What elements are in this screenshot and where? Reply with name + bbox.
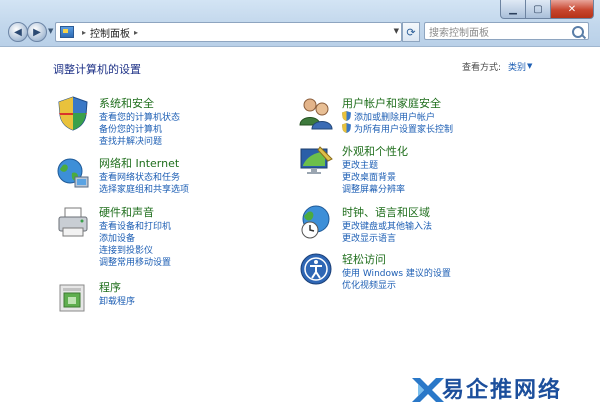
- category-hardware-sound: 硬件和声音 查看设备和打印机 添加设备 连接到投影仪 调整常用移动设置: [55, 204, 275, 276]
- address-bar[interactable]: ▸ 控制面板 ▸ ▼: [55, 22, 402, 42]
- breadcrumb-control-panel[interactable]: 控制面板: [90, 25, 130, 40]
- category-clock-language-region: 时钟、语言和区域 更改键盘或其他输入法 更改显示语言: [298, 204, 578, 248]
- category-title[interactable]: 网络和 Internet: [99, 155, 179, 171]
- category-title[interactable]: 外观和个性化: [342, 143, 408, 159]
- close-button[interactable]: ✕: [551, 0, 594, 19]
- minimize-button[interactable]: ▁: [500, 0, 526, 19]
- link-optimize-video[interactable]: 优化视频显示: [342, 278, 396, 291]
- appearance-icon[interactable]: [298, 143, 334, 179]
- category-appearance: 外观和个性化 更改主题 更改桌面背景 调整屏幕分辨率: [298, 143, 578, 199]
- category-title[interactable]: 硬件和声音: [99, 204, 154, 220]
- link-screen-resolution[interactable]: 调整屏幕分辨率: [342, 182, 405, 195]
- link-change-display-language[interactable]: 更改显示语言: [342, 231, 396, 244]
- category-user-accounts: 用户帐户和家庭安全 添加或删除用户帐户 为所有用户设置家长控制: [298, 95, 578, 139]
- title-bar: ▁ ▢ ✕ ◀ ▶ ▼ ▸ 控制面板 ▸ ▼ ⟳ 搜索控制面板: [0, 0, 600, 47]
- shield-icon[interactable]: [55, 95, 91, 131]
- category-network-internet: 网络和 Internet 查看网络状态和任务 选择家庭组和共享选项: [55, 155, 275, 199]
- chevron-down-icon[interactable]: ▼: [527, 62, 532, 70]
- category-title[interactable]: 轻松访问: [342, 251, 386, 267]
- category-system-security: 系统和安全 查看您的计算机状态 备份您的计算机 查找并解决问题: [55, 95, 275, 151]
- link-uninstall-program[interactable]: 卸载程序: [99, 294, 135, 307]
- search-placeholder: 搜索控制面板: [429, 27, 489, 39]
- printer-icon[interactable]: [55, 204, 91, 240]
- network-globe-icon[interactable]: [55, 155, 91, 191]
- uac-shield-icon: [342, 123, 351, 133]
- ease-of-access-icon[interactable]: [298, 251, 334, 287]
- link-homegroup-sharing[interactable]: 选择家庭组和共享选项: [99, 182, 189, 195]
- view-by-dropdown[interactable]: 类别: [508, 60, 526, 73]
- page-title: 调整计算机的设置: [53, 63, 141, 76]
- search-input[interactable]: 搜索控制面板: [424, 22, 589, 40]
- breadcrumb-separator-icon[interactable]: ▸: [134, 28, 138, 37]
- link-parental-controls[interactable]: 为所有用户设置家长控制: [354, 122, 453, 135]
- link-troubleshoot[interactable]: 查找并解决问题: [99, 134, 162, 147]
- clock-globe-icon[interactable]: [298, 204, 334, 240]
- category-title[interactable]: 系统和安全: [99, 95, 154, 111]
- maximize-button[interactable]: ▢: [526, 0, 551, 19]
- category-title[interactable]: 时钟、语言和区域: [342, 204, 430, 220]
- back-button[interactable]: ◀: [8, 22, 28, 42]
- forward-button[interactable]: ▶: [27, 22, 47, 42]
- uac-shield-icon: [342, 111, 351, 121]
- window-controls: ▁ ▢ ✕: [500, 0, 594, 19]
- watermark-text: 易企推网络: [442, 377, 563, 403]
- link-mobility-settings[interactable]: 调整常用移动设置: [99, 255, 171, 268]
- category-title[interactable]: 程序: [99, 279, 121, 295]
- view-by-label: 查看方式:: [462, 63, 502, 73]
- programs-icon[interactable]: [55, 279, 91, 315]
- search-icon[interactable]: [572, 26, 584, 38]
- breadcrumb-separator-icon[interactable]: ▸: [82, 28, 86, 37]
- users-icon[interactable]: [298, 95, 334, 131]
- main-content: 调整计算机的设置 查看方式: 类别 ▼ 系统和安全 查看您的计算机状态 备份您的…: [0, 47, 600, 418]
- address-dropdown-icon[interactable]: ▼: [394, 27, 399, 35]
- category-programs: 程序 卸载程序: [55, 279, 275, 323]
- recent-pages-dropdown-icon[interactable]: ▼: [48, 27, 53, 35]
- refresh-button[interactable]: ⟳: [402, 22, 420, 42]
- control-panel-icon: [60, 26, 74, 38]
- category-title[interactable]: 用户帐户和家庭安全: [342, 95, 441, 111]
- category-ease-of-access: 轻松访问 使用 Windows 建议的设置 优化视频显示: [298, 251, 578, 295]
